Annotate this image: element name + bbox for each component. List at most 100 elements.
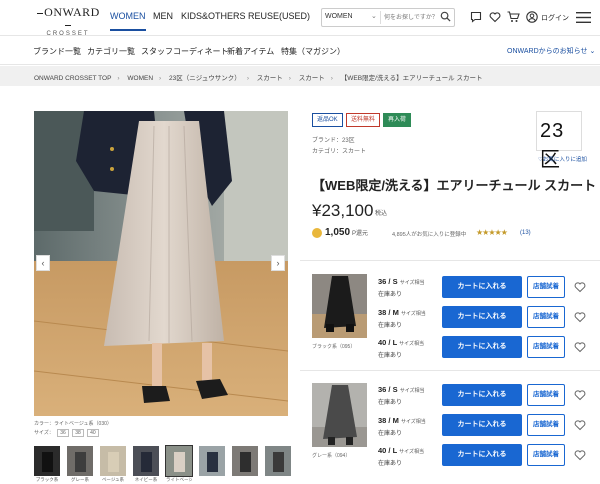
- search-input[interactable]: [384, 11, 442, 24]
- review-count-link[interactable]: (13): [520, 230, 531, 236]
- thumbnail[interactable]: [34, 446, 60, 476]
- thumbnail[interactable]: [100, 446, 126, 476]
- brand-logo-text: 23区: [540, 120, 565, 171]
- points-suffix: P還元: [352, 231, 369, 237]
- breadcrumb-current: 【WEB限定/洗える】エアリーチュール スカート: [340, 75, 483, 82]
- gallery-size-row: サイズ： 36 38 40: [34, 429, 99, 437]
- variant-image[interactable]: [312, 274, 367, 338]
- variant-size-value: 38 / M: [378, 416, 399, 425]
- site-header: ONWARD CROSSET WOMEN MEN KIDS&OTHERS REU…: [0, 0, 600, 38]
- product-title: 【WEB限定/洗える】エアリーチュール スカート: [312, 178, 597, 193]
- login-link[interactable]: ログイン: [541, 13, 569, 23]
- menu-icon[interactable]: [576, 12, 591, 26]
- stock-status: 在庫あり: [378, 323, 403, 329]
- variant-size-value: 40 / L: [378, 338, 398, 347]
- search-category-select[interactable]: WOMEN: [325, 13, 353, 20]
- thumbnail-label: ブラック系: [35, 477, 59, 482]
- rating-stars: ★★★★★: [476, 228, 508, 237]
- nav-reuse[interactable]: REUSE(USED): [248, 11, 310, 21]
- add-to-cart-button[interactable]: カートに入れる: [442, 336, 522, 358]
- heart-icon[interactable]: [574, 449, 586, 461]
- thumbnail[interactable]: [232, 446, 258, 476]
- add-to-cart-button[interactable]: カートに入れる: [442, 414, 522, 436]
- product-price: ¥23,100: [312, 201, 374, 220]
- user-icon[interactable]: [526, 11, 538, 26]
- store-try-on-button[interactable]: 店舗試着: [527, 414, 565, 436]
- store-try-on-button[interactable]: 店舗試着: [527, 444, 565, 466]
- chat-icon[interactable]: [470, 11, 482, 26]
- size-chip[interactable]: 38: [72, 429, 84, 437]
- chevron-right-icon[interactable]: ›: [271, 255, 285, 271]
- stock-status: 在庫あり: [378, 461, 403, 467]
- favorite-icon[interactable]: [489, 11, 501, 26]
- site-logo[interactable]: ONWARD CROSSET: [33, 6, 103, 38]
- breadcrumb-brand[interactable]: 23区（ニジュウサンク）: [169, 75, 241, 82]
- thumbnail-strip: ブラック系 グレー系 ベージュ系 ネイビー系 ライトベージュ: [34, 445, 294, 484]
- heart-icon[interactable]: [574, 311, 586, 323]
- cart-icon[interactable]: [507, 11, 520, 26]
- brand-line[interactable]: ブランド：23区: [312, 135, 355, 144]
- store-try-on-button[interactable]: 店舗試着: [527, 276, 565, 298]
- thumbnail[interactable]: [133, 446, 159, 476]
- subnav-new-items[interactable]: 新着アイテム: [227, 46, 274, 57]
- nav-kids-others[interactable]: KIDS&OTHERS: [181, 11, 246, 21]
- thumbnail[interactable]: [67, 446, 93, 476]
- breadcrumb-subcategory[interactable]: スカート: [299, 75, 325, 82]
- breadcrumb-women[interactable]: WOMEN: [127, 75, 153, 82]
- gallery-color-caption: カラー：ライトベージュ系（030）: [34, 421, 112, 427]
- heart-icon[interactable]: [574, 419, 586, 431]
- tag-returnable: 返品OK: [312, 113, 343, 127]
- subnav-brands[interactable]: ブランド一覧: [33, 46, 81, 57]
- heart-icon[interactable]: [574, 341, 586, 353]
- favorite-count: 4,895人がお気に入りに登録中: [392, 232, 467, 238]
- store-try-on-button[interactable]: 店舗試着: [527, 384, 565, 406]
- main-product-image[interactable]: [34, 111, 288, 416]
- thumbnail-label: ネイビー系: [134, 477, 158, 482]
- price-tax-note: 税込: [375, 211, 388, 217]
- nav-men[interactable]: MEN: [153, 11, 173, 21]
- thumbnail[interactable]: [199, 446, 225, 476]
- subnav-categories[interactable]: カテゴリ一覧: [87, 46, 135, 57]
- heart-icon[interactable]: [574, 281, 586, 293]
- subnav-staff-coordinate[interactable]: スタッフコーディネート: [141, 46, 228, 57]
- tag-free-shipping: 送料無料: [346, 113, 381, 127]
- size-chip[interactable]: 36: [57, 429, 69, 437]
- thumbnail-label: ライトベージュ: [166, 477, 192, 482]
- chevron-left-icon[interactable]: ‹: [36, 255, 50, 271]
- add-to-cart-button[interactable]: カートに入れる: [442, 444, 522, 466]
- variant-size-note: サイズ相当: [399, 388, 425, 394]
- variant-size-value: 38 / M: [378, 308, 399, 317]
- breadcrumb-category[interactable]: スカート: [257, 75, 283, 82]
- sub-navigation: ブランド一覧 カテゴリ一覧 スタッフコーディネート 新着アイテム 特集（マガジン…: [0, 37, 600, 65]
- add-to-cart-button[interactable]: カートに入れる: [442, 276, 522, 298]
- add-to-cart-button[interactable]: カートに入れる: [442, 306, 522, 328]
- variant-image[interactable]: [312, 383, 367, 447]
- variant-size: 38 / M サイズ相当: [378, 416, 426, 425]
- variant-size-note: サイズ相当: [400, 311, 426, 317]
- search-icon[interactable]: [440, 11, 451, 25]
- store-try-on-button[interactable]: 店舗試着: [527, 306, 565, 328]
- gallery-size-label: サイズ：: [34, 430, 54, 436]
- size-chip[interactable]: 40: [87, 429, 99, 437]
- divider: [300, 260, 600, 261]
- thumbnail[interactable]: [165, 445, 193, 477]
- thumbnail[interactable]: [265, 446, 291, 476]
- nav-women[interactable]: WOMEN: [110, 11, 146, 31]
- add-to-cart-button[interactable]: カートに入れる: [442, 384, 522, 406]
- stock-status: 在庫あり: [378, 292, 403, 298]
- category-line[interactable]: カテゴリ：スカート: [312, 146, 366, 155]
- breadcrumb-top[interactable]: ONWARD CROSSET TOP: [34, 75, 111, 82]
- stock-status: 在庫あり: [378, 431, 403, 437]
- chevron-down-icon[interactable]: ⌄: [371, 12, 377, 20]
- thumbnail-label: ベージュ系: [101, 477, 125, 482]
- subnav-news[interactable]: ONWARDからのお知らせ ⌄: [507, 46, 595, 56]
- brand-favorite-link[interactable]: ♡お気に入りに追加: [538, 155, 587, 163]
- variant-size-value: 40 / L: [378, 446, 398, 455]
- store-try-on-button[interactable]: 店舗試着: [527, 336, 565, 358]
- variant-size-note: サイズ相当: [399, 449, 424, 455]
- heart-icon[interactable]: [574, 389, 586, 401]
- brand-logo[interactable]: 23区: [536, 111, 582, 171]
- subnav-magazine[interactable]: 特集（マガジン）: [281, 46, 345, 57]
- logo-main-text: ONWARD: [33, 6, 103, 30]
- stock-status: 在庫あり: [378, 353, 403, 359]
